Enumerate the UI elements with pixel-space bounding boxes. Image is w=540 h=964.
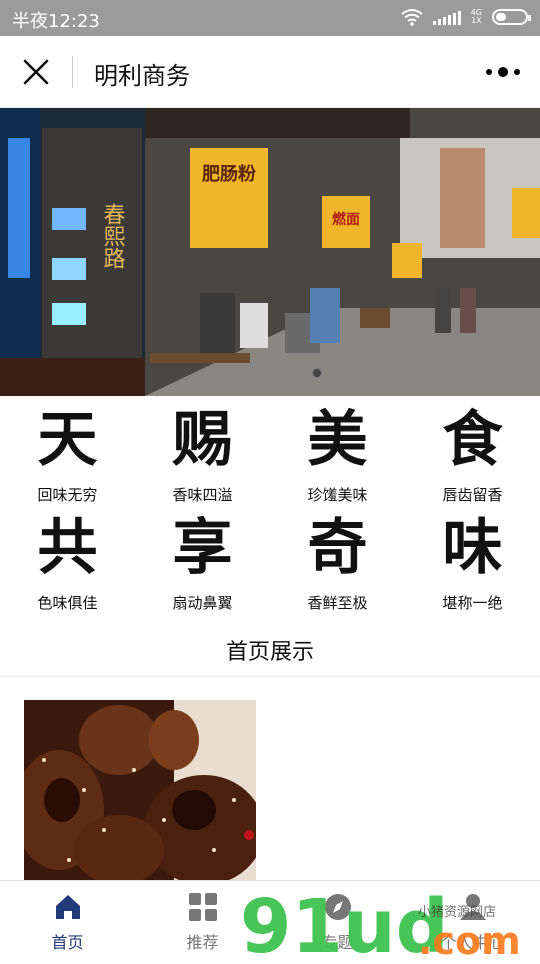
grid-item[interactable]: 味 堪称一绝 [405,512,540,620]
grid-item-character: 食 [442,405,503,475]
feature-grid: 天 回味无穷 赐 香味四溢 美 珍馐美味 食 唇齿留香 共 色味俱佳 享 扇动鼻… [0,404,540,620]
more-options-icon[interactable] [486,64,520,80]
user-icon [405,891,540,923]
grid-item-character: 天 [37,405,98,475]
grid-item[interactable]: 奇 香鲜至极 [270,512,405,620]
grid-item-caption: 回味无穷 [37,486,98,504]
page-title: 明利商务 [94,62,190,90]
grid-item[interactable]: 赐 香味四溢 [135,404,270,512]
tab-label: 首页 [51,933,84,952]
battery-icon [492,9,531,25]
bottom-tab-bar: 首页 推荐 专题 个人中心 [0,880,540,960]
grid-item[interactable]: 享 扇动鼻翼 [135,512,270,620]
wifi-icon [401,8,423,26]
banner-sign-chunxi: 春熙路 [100,203,126,269]
banner-image[interactable]: 春熙路 肥肠粉 燃面 [0,108,540,396]
grid-item[interactable]: 食 唇齿留香 [405,404,540,512]
signal-icon [432,9,461,25]
grid-item-character: 赐 [172,405,233,475]
header-divider [72,56,73,88]
section-divider [0,676,540,677]
mini-program-header: 明利商务 [0,36,540,108]
compass-icon [270,891,405,923]
carousel-indicator[interactable] [312,368,322,378]
grid-item[interactable]: 美 珍馐美味 [270,404,405,512]
tab-profile[interactable]: 个人中心 [405,891,540,953]
grid-item-caption: 唇齿留香 [442,486,503,504]
banner-sign-feichangfen: 肥肠粉 [201,163,256,185]
grid-item-character: 共 [37,513,98,583]
grid-item[interactable]: 共 色味俱佳 [0,512,135,620]
grid-item-caption: 堪称一绝 [442,594,503,612]
showcase-image[interactable] [24,700,256,880]
grid-item-character: 味 [442,513,503,583]
banner-sign-ranmian: 燃面 [332,211,360,228]
grid-item-caption: 香鲜至极 [307,594,368,612]
grid-item-character: 美 [307,405,368,475]
tab-label: 个人中心 [440,933,505,952]
status-icons: 4G 1X [401,8,531,26]
status-time: 半夜12:23 [12,11,100,32]
home-icon [0,891,135,923]
grid-item[interactable]: 天 回味无穷 [0,404,135,512]
section-title: 首页展示 [225,640,314,665]
grid-item-caption: 珍馐美味 [307,486,368,504]
tab-recommend[interactable]: 推荐 [135,891,270,953]
grid-item-caption: 色味俱佳 [37,594,98,612]
grid-icon [135,891,270,923]
grid-item-character: 奇 [307,513,368,583]
network-type: 4G 1X [470,8,482,25]
tab-home[interactable]: 首页 [0,891,135,953]
tab-label: 推荐 [186,933,219,952]
grid-item-caption: 香味四溢 [172,486,233,504]
grid-item-caption: 扇动鼻翼 [172,594,233,612]
status-bar: 半夜12:23 4G 1X [0,0,540,36]
grid-item-character: 享 [172,513,233,583]
close-icon[interactable] [22,58,50,86]
tab-topics[interactable]: 专题 [270,891,405,953]
tab-label: 专题 [321,933,354,952]
